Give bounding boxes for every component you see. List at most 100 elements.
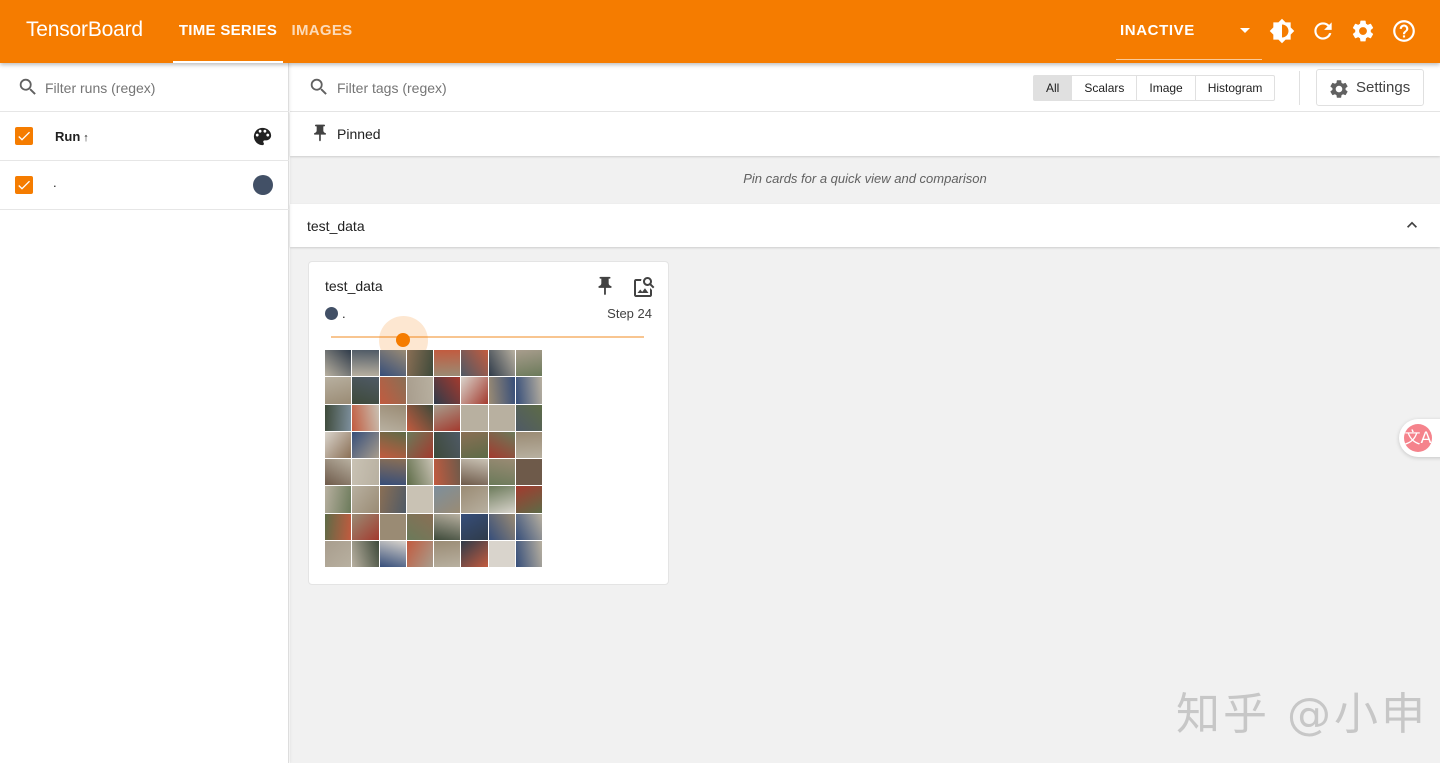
select-all-checkbox[interactable]: [15, 127, 33, 145]
runs-table-header: Run ↑: [0, 112, 289, 161]
image-thumbnail: [488, 513, 515, 540]
image-thumbnail: [461, 404, 488, 431]
tab-time-series[interactable]: TIME SERIES: [173, 0, 283, 63]
filter-runs-input[interactable]: [45, 78, 275, 98]
image-thumbnail: [406, 431, 433, 458]
settings-button[interactable]: Settings: [1316, 69, 1424, 106]
image-thumbnail: [515, 431, 542, 458]
tab-images[interactable]: IMAGES: [284, 0, 360, 63]
image-thumbnail: [352, 540, 379, 567]
image-thumbnail: [379, 350, 406, 377]
image-thumbnail: [352, 404, 379, 431]
image-thumbnail: [406, 486, 433, 513]
palette-icon[interactable]: [251, 125, 274, 148]
check-icon: [18, 131, 30, 141]
image-thumbnail: [379, 431, 406, 458]
run-column-header[interactable]: Run ↑: [55, 129, 89, 144]
image-thumbnail: [434, 486, 461, 513]
search-icon: [19, 78, 36, 95]
image-thumbnail: [406, 404, 433, 431]
step-slider-track[interactable]: [331, 336, 644, 338]
run-row: .: [0, 161, 289, 210]
type-image-button[interactable]: Image: [1137, 76, 1196, 100]
image-thumbnail: [352, 513, 379, 540]
image-thumbnail: [352, 377, 379, 404]
image-thumbnail: [325, 513, 352, 540]
filter-tags-toolbar: All Scalars Image Histogram Settings: [290, 63, 1440, 112]
image-thumbnail: [379, 513, 406, 540]
image-thumbnail: [325, 404, 352, 431]
image-thumbnail: [352, 350, 379, 377]
pinned-label: Pinned: [337, 126, 381, 142]
settings-label: Settings: [1356, 79, 1411, 96]
image-thumbnail: [325, 350, 352, 377]
chevron-up-icon[interactable]: [1402, 215, 1422, 235]
image-thumbnail: [488, 431, 515, 458]
image-thumbnail: [325, 377, 352, 404]
image-thumbnail: [434, 404, 461, 431]
inactive-plugins-dropdown[interactable]: INACTIVE: [1116, 0, 1262, 60]
image-thumbnail: [406, 459, 433, 486]
image-thumbnail: [434, 377, 461, 404]
image-thumbnail: [488, 404, 515, 431]
image-thumbnail: [434, 350, 461, 377]
image-thumbnail: [352, 486, 379, 513]
image-thumbnail: [379, 540, 406, 567]
image-thumbnail: [434, 431, 461, 458]
main-content: All Scalars Image Histogram Settings Pin…: [290, 63, 1440, 763]
pinned-section-header: Pinned: [290, 112, 1440, 156]
image-thumbnail: [515, 404, 542, 431]
image-search-icon[interactable]: [632, 275, 656, 299]
image-thumbnail: [434, 513, 461, 540]
image-thumbnail: [461, 513, 488, 540]
card-title: test_data: [325, 278, 383, 294]
run-name: .: [53, 175, 57, 190]
pin-icon[interactable]: [594, 275, 616, 297]
card-group-header[interactable]: test_data: [290, 204, 1440, 247]
step-slider-thumb[interactable]: [396, 333, 410, 347]
search-icon: [310, 78, 327, 95]
run-color-swatch[interactable]: [253, 175, 273, 195]
type-histogram-button[interactable]: Histogram: [1196, 76, 1275, 100]
settings-gear-icon[interactable]: [1350, 18, 1376, 44]
watermark: 知乎 @小申: [1176, 689, 1428, 740]
step-label: Step 24: [607, 306, 652, 321]
run-checkbox[interactable]: [15, 176, 33, 194]
image-thumbnail: [488, 350, 515, 377]
help-icon[interactable]: [1391, 18, 1417, 44]
filter-runs-bar: [0, 63, 289, 112]
image-thumbnail: [325, 486, 352, 513]
translate-widget[interactable]: 文A: [1399, 419, 1440, 457]
image-thumbnail: [461, 350, 488, 377]
image-thumbnail: [515, 540, 542, 567]
image-thumbnail: [352, 431, 379, 458]
type-all-button[interactable]: All: [1034, 76, 1073, 100]
image-thumbnail: [406, 350, 433, 377]
refresh-icon[interactable]: [1310, 18, 1336, 44]
filter-tags-input[interactable]: [337, 78, 637, 98]
image-thumbnail: [352, 459, 379, 486]
image-thumbnail: [379, 404, 406, 431]
image-thumbnail: [325, 431, 352, 458]
image-thumbnail: [325, 540, 352, 567]
type-scalars-button[interactable]: Scalars: [1072, 76, 1138, 100]
group-name: test_data: [307, 218, 365, 234]
image-card: test_data . Step 24: [308, 261, 669, 585]
pin-icon: [314, 124, 326, 142]
top-app-bar: TensorBoard TIME SERIES IMAGES INACTIVE: [0, 0, 1440, 63]
image-thumbnail: [515, 486, 542, 513]
image-thumbnail: [515, 350, 542, 377]
dark-mode-icon[interactable]: [1269, 18, 1295, 44]
image-thumbnail: [461, 459, 488, 486]
image-thumbnail: [515, 377, 542, 404]
runs-sidebar: Run↑ .: [0, 63, 289, 763]
image-sample-grid[interactable]: [325, 350, 542, 567]
image-thumbnail: [379, 377, 406, 404]
image-thumbnail: [461, 540, 488, 567]
image-thumbnail: [488, 486, 515, 513]
image-thumbnail: [461, 377, 488, 404]
card-type-filter: All Scalars Image Histogram: [1033, 75, 1276, 101]
pinned-empty-message: Pin cards for a quick view and compariso…: [743, 171, 987, 186]
gear-icon: [1330, 80, 1348, 98]
app-brand: TensorBoard: [26, 18, 143, 41]
